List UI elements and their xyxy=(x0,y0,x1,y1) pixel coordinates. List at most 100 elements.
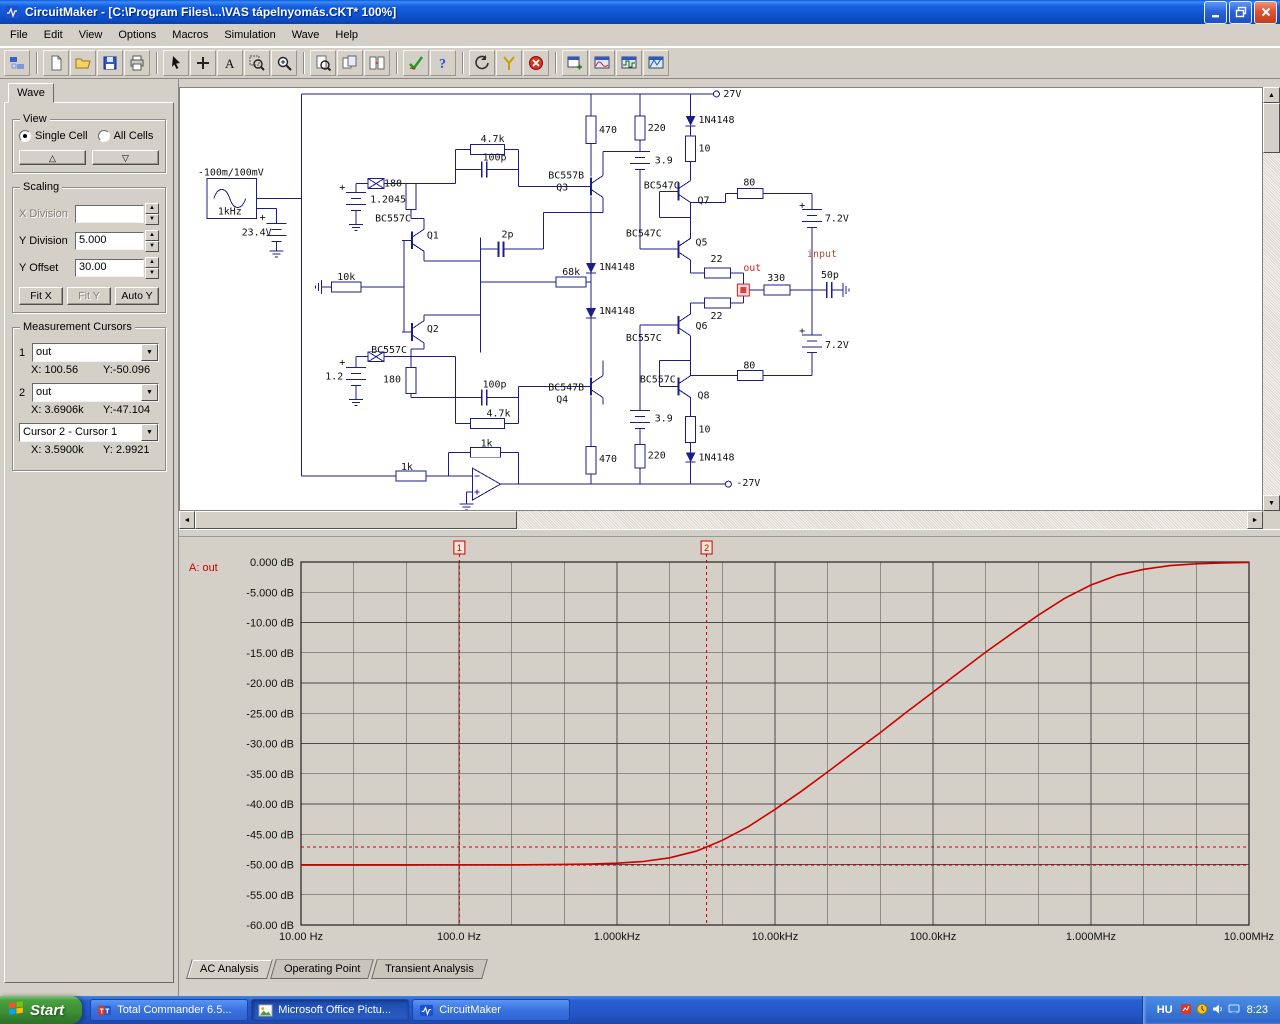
menu-options[interactable]: Options xyxy=(110,26,164,44)
menu-edit[interactable]: Edit xyxy=(36,26,71,44)
waveform-window-c-button[interactable] xyxy=(643,50,669,76)
scroll-right-button[interactable]: ► xyxy=(1247,511,1263,529)
reset-simulation-button[interactable] xyxy=(469,50,495,76)
schematic-canvas[interactable]: -100m/100mV 1kHz 23.4V + +180 1.2045 BC557C Q1 1… xyxy=(179,87,1263,511)
schematic-label-out: out xyxy=(743,263,761,274)
tab-transient-analysis[interactable]: Transient Analysis xyxy=(371,959,488,979)
waveform-window-a-button[interactable] xyxy=(589,50,615,76)
minimize-button[interactable] xyxy=(1204,0,1227,24)
new-file-button[interactable] xyxy=(43,50,69,76)
radio-single-cell[interactable]: Single Cell xyxy=(19,130,88,142)
restore-button[interactable] xyxy=(1229,0,1252,24)
scroll-left-button[interactable]: ◄ xyxy=(179,511,195,529)
scroll-down-button[interactable]: ▼ xyxy=(1263,495,1280,511)
wave-panel-tab[interactable]: Wave xyxy=(8,83,54,103)
schematic-label-q4: Q4 xyxy=(556,395,568,406)
next-cell-button[interactable]: ▽ xyxy=(92,150,159,165)
menu-macros[interactable]: Macros xyxy=(164,26,216,44)
y-offset-input[interactable]: 30.00 xyxy=(75,259,144,277)
start-button[interactable]: Start xyxy=(0,996,83,1024)
spinner-up-icon[interactable]: ▲ xyxy=(145,257,159,268)
y-offset-spinner[interactable]: ▲ ▼ xyxy=(145,257,159,279)
cursor-2-signal-select[interactable]: out ▼ xyxy=(32,383,159,402)
stop-simulation-button[interactable] xyxy=(523,50,549,76)
x-tick-label: 10.00kHz xyxy=(752,931,798,943)
waveform-window-b-button[interactable] xyxy=(616,50,642,76)
language-indicator[interactable]: HU xyxy=(1157,1004,1173,1016)
menu-file[interactable]: File xyxy=(2,26,36,44)
radio-all-cells[interactable]: All Cells xyxy=(97,130,153,142)
probe-tool-button[interactable] xyxy=(496,50,522,76)
out-probe[interactable] xyxy=(736,283,750,297)
y-division-input[interactable]: 5.000 xyxy=(75,232,144,250)
scroll-up-button[interactable]: ▲ xyxy=(1263,87,1280,103)
open-file-button[interactable] xyxy=(70,50,96,76)
text-tool-button[interactable]: A xyxy=(217,50,243,76)
save-file-button[interactable] xyxy=(97,50,123,76)
menu-view[interactable]: View xyxy=(71,26,111,44)
vertical-scroll-track[interactable] xyxy=(1263,103,1280,495)
cursor-1-signal-select[interactable]: out ▼ xyxy=(32,343,159,362)
menu-wave[interactable]: Wave xyxy=(284,26,328,44)
schematic-label-input: input xyxy=(807,249,837,260)
close-button[interactable] xyxy=(1254,0,1277,24)
schematic-label-68k: 68k xyxy=(562,267,580,278)
schematic-label-bc557c: BC557C xyxy=(371,345,407,356)
taskbar-button-total-commander-6-5[interactable]: Total Commander 6.5... xyxy=(90,999,249,1021)
print-button[interactable] xyxy=(124,50,150,76)
tab-ac-analysis[interactable]: AC Analysis xyxy=(186,959,273,979)
combo-arrow-icon[interactable]: ▼ xyxy=(141,424,158,441)
menu-help[interactable]: Help xyxy=(327,26,366,44)
y-division-spinner[interactable]: ▲ ▼ xyxy=(145,230,159,252)
select-cursor-button[interactable] xyxy=(163,50,189,76)
combo-arrow-icon[interactable]: ▼ xyxy=(141,344,158,361)
parts-browser-button[interactable] xyxy=(4,50,30,76)
vertical-scroll-thumb[interactable] xyxy=(1263,103,1280,153)
x-division-spinner[interactable]: ▲ ▼ xyxy=(145,203,159,225)
tray-monitor-icon[interactable] xyxy=(1180,1003,1192,1018)
horizontal-scroll-track[interactable] xyxy=(195,511,1247,529)
schematic-label-bc547c: BC547C xyxy=(626,228,662,239)
fit-x-button[interactable]: Fit X xyxy=(19,287,63,305)
zoom-select-button[interactable] xyxy=(244,50,270,76)
combo-arrow-icon[interactable]: ▼ xyxy=(141,384,158,401)
waveform-plot[interactable]: 0.000 dB -5.000 dB -10.00 dB -15.00 dB -20.0… xyxy=(179,537,1280,957)
tray-network-icon[interactable] xyxy=(1228,1003,1240,1018)
save-file-icon xyxy=(103,56,117,70)
help-button[interactable]: ? xyxy=(430,50,456,76)
x-division-input[interactable] xyxy=(75,205,144,223)
add-part-button[interactable] xyxy=(190,50,216,76)
taskbar-button-circuitmaker[interactable]: CircuitMaker xyxy=(412,999,571,1021)
menu-bar: File Edit View Options Macros Simulation Wave H… xyxy=(0,24,1280,47)
zoom-page-button[interactable] xyxy=(310,50,336,76)
menu-simulation[interactable]: Simulation xyxy=(216,26,283,44)
svg-text:1: 1 xyxy=(457,543,462,553)
check-simulation-button[interactable] xyxy=(403,50,429,76)
schematic-horizontal-scrollbar[interactable]: ◄ ► xyxy=(179,511,1263,529)
fit-y-button[interactable]: Fit Y xyxy=(67,287,111,305)
auto-y-button[interactable]: Auto Y xyxy=(115,287,159,305)
spinner-up-icon[interactable]: ▲ xyxy=(145,203,159,214)
zoom-tool-button[interactable] xyxy=(271,50,297,76)
title-bar[interactable]: CircuitMaker - [C:\Program Files\...\VAS… xyxy=(0,0,1280,24)
status-area xyxy=(179,979,1280,996)
split-view-button[interactable] xyxy=(364,50,390,76)
volume-icon[interactable] xyxy=(1212,1003,1224,1018)
toolbar-separator xyxy=(36,52,38,74)
horizontal-scroll-thumb[interactable] xyxy=(195,511,517,529)
scaling-group: Scaling X Division ▲ ▼ Y Division 5.000 ▲… xyxy=(12,181,166,313)
previous-cell-button[interactable]: △ xyxy=(19,150,86,165)
taskbar-button-microsoft-office-pictu[interactable]: Microsoft Office Pictu... xyxy=(251,999,410,1021)
copy-view-button[interactable] xyxy=(337,50,363,76)
tab-operating-point[interactable]: Operating Point xyxy=(269,959,375,979)
pane-splitter[interactable] xyxy=(179,529,1280,537)
spinner-up-icon[interactable]: ▲ xyxy=(145,230,159,241)
spinner-down-icon[interactable]: ▼ xyxy=(145,241,159,252)
tray-clock-icon[interactable] xyxy=(1196,1003,1208,1018)
taskbar: Start Total Commander 6.5... Microsoft Of… xyxy=(0,996,1280,1024)
new-waveform-window-button[interactable] xyxy=(562,50,588,76)
spinner-down-icon[interactable]: ▼ xyxy=(145,214,159,225)
spinner-down-icon[interactable]: ▼ xyxy=(145,268,159,279)
schematic-vertical-scrollbar[interactable]: ▲ ▼ xyxy=(1263,87,1280,511)
cursor-difference-select[interactable]: Cursor 2 - Cursor 1 ▼ xyxy=(19,423,159,442)
